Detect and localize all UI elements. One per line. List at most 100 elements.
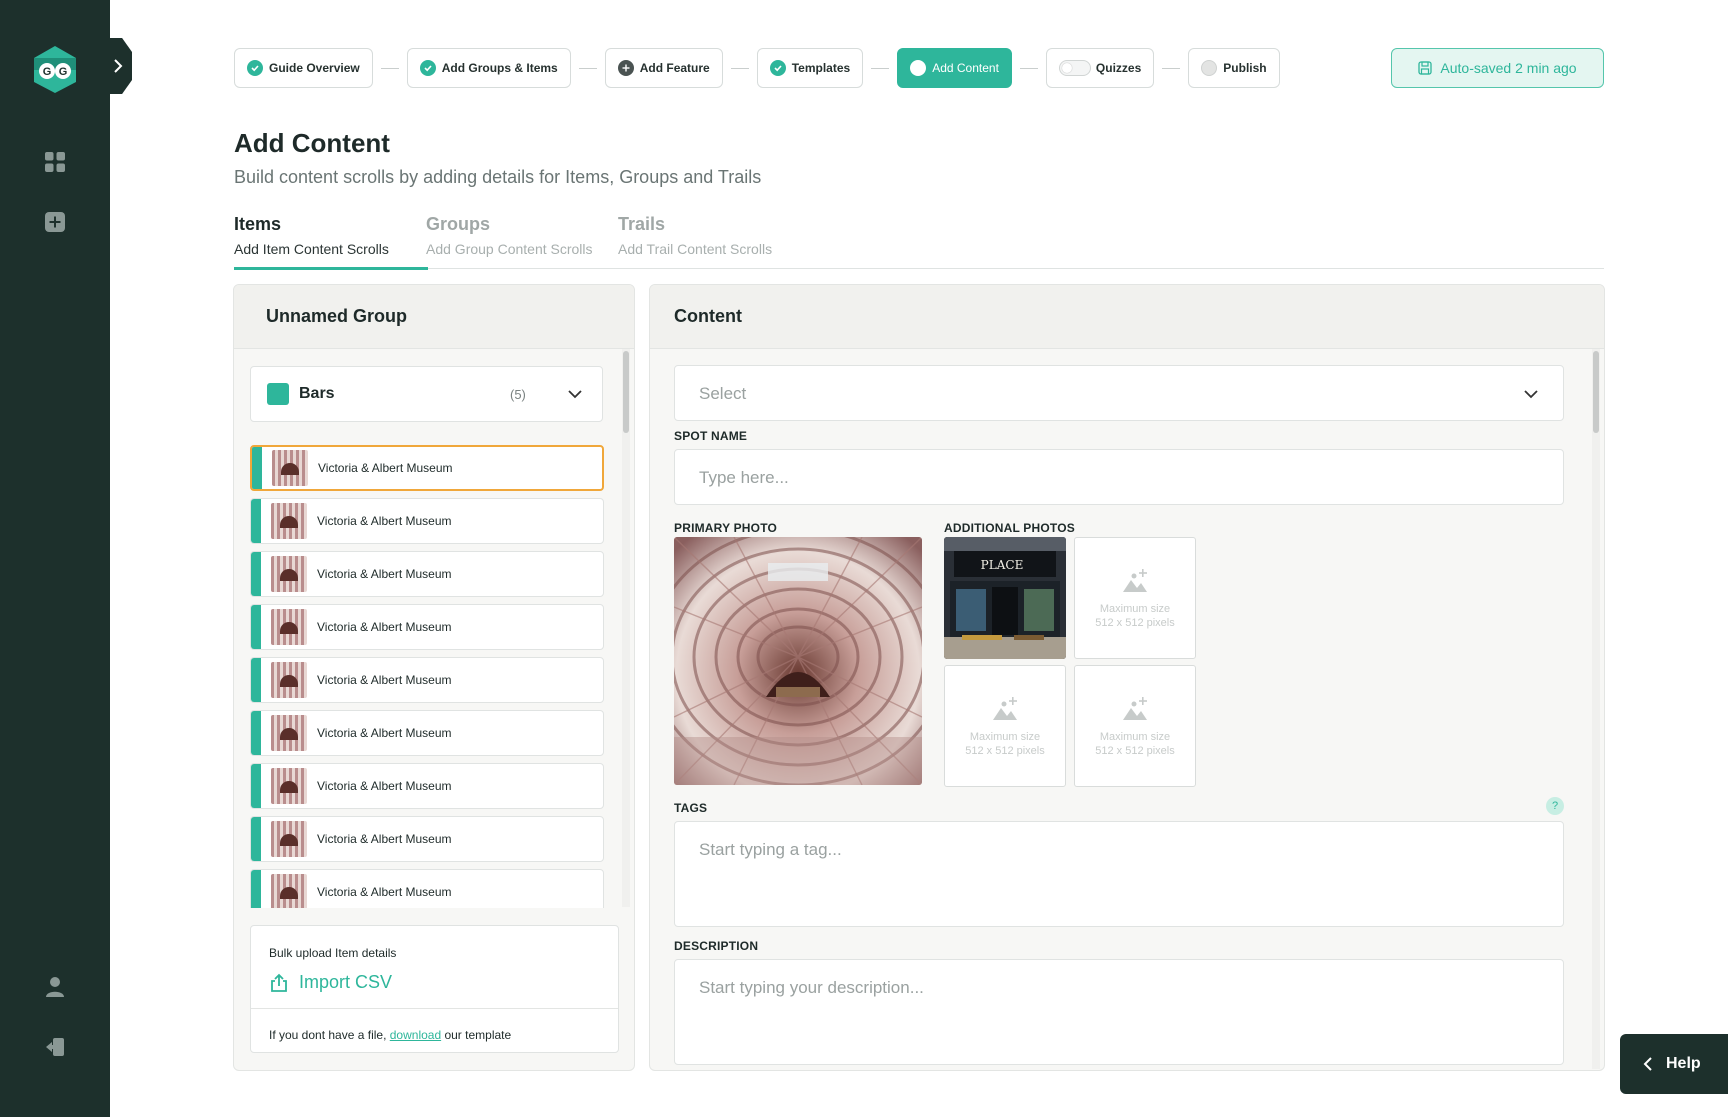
step-templates[interactable]: Templates [756,48,864,88]
group-color-swatch [267,383,289,405]
svg-text:G: G [59,66,68,78]
check-circle-icon [419,60,436,76]
item-list-scrollbar[interactable] [622,349,630,907]
help-label: Help [1666,1055,1701,1072]
autosave-label: Auto-saved 2 min ago [1440,60,1577,76]
current-step-dot-icon [910,60,927,76]
sidebar: G G [0,0,110,1117]
list-item[interactable]: Victoria & Albert Museum [250,710,604,756]
tab-subtitle: Add Group Content Scrolls [426,241,593,257]
template-download-note: If you dont have a file, download our te… [269,1028,511,1042]
item-color-bar [251,764,261,808]
save-disk-icon [1418,61,1433,75]
item-thumbnail [271,662,307,698]
item-select-dropdown[interactable]: Select [674,365,1564,421]
photo-slot-caption: Maximum size 512 x 512 pixels [1075,602,1195,630]
step-label: Guide Overview [269,61,360,75]
step-guide-overview[interactable]: Guide Overview [234,48,373,88]
app-logo[interactable]: G G [32,44,78,94]
progress-stepper: Guide Overview Add Groups & Items Add Fe… [234,48,1280,88]
item-color-bar [251,658,261,702]
item-label: Victoria & Albert Museum [317,779,452,793]
autosave-status: Auto-saved 2 min ago [1391,48,1604,88]
step-label: Add Feature [639,61,710,75]
list-item[interactable]: Victoria & Albert Museum [250,657,604,703]
tab-trails[interactable]: Trails Add Trail Content Scrolls [618,214,772,269]
tags-input[interactable]: Start typing a tag... [674,821,1564,927]
step-quizzes[interactable]: Quizzes [1045,48,1155,88]
place-sign-text: PLACE [981,558,1024,572]
tags-label: TAGS [674,801,708,815]
tab-title: Trails [618,214,666,234]
tab-items[interactable]: Items Add Item Content Scrolls [234,214,428,270]
user-profile-icon[interactable] [43,975,67,999]
chevron-left-icon [1643,1057,1652,1071]
tab-groups[interactable]: Groups Add Group Content Scrolls [426,214,593,269]
download-template-link[interactable]: download [390,1028,441,1042]
item-label: Victoria & Albert Museum [317,832,452,846]
step-add-feature[interactable]: Add Feature [604,48,723,88]
list-item[interactable]: Victoria & Albert Museum [250,498,604,544]
additional-photo-3[interactable]: Maximum size 512 x 512 pixels [944,665,1066,787]
tab-subtitle: Add Trail Content Scrolls [618,241,773,257]
item-label: Victoria & Albert Museum [317,514,452,528]
note-prefix: If you dont have a file, [269,1028,390,1042]
step-label: Templates [791,61,851,75]
item-thumbnail [271,503,307,539]
bulk-upload-title: Bulk upload Item details [269,946,397,960]
step-add-groups-items[interactable]: Add Groups & Items [406,48,571,88]
additional-photos-label: ADDITIONAL PHOTOS [944,521,1075,535]
list-item[interactable]: Victoria & Albert Museum [250,445,604,491]
description-placeholder: Start typing your description... [699,978,924,997]
upload-icon [271,973,287,992]
additional-photo-1[interactable]: PLACE [944,537,1066,659]
import-csv-button[interactable]: Import CSV [269,972,392,993]
scrollbar-thumb[interactable] [1593,351,1599,433]
tags-placeholder: Start typing a tag... [699,840,842,859]
dashboard-grid-icon[interactable] [43,150,67,174]
page-title: Add Content [234,128,390,158]
spot-name-input[interactable]: Type here... [674,449,1564,505]
photo-slot-caption: Maximum size 512 x 512 pixels [1075,730,1195,758]
group-item-count: (5) [510,386,526,402]
item-color-bar [251,817,261,861]
primary-photo[interactable] [674,537,922,785]
step-connector [730,67,749,69]
scrollbar-thumb[interactable] [623,351,629,433]
additional-photo-2[interactable]: Maximum size 512 x 512 pixels [1074,537,1196,659]
item-thumbnail [271,768,307,804]
pending-circle-icon [1201,60,1218,76]
item-label: Victoria & Albert Museum [317,726,452,740]
content-scrollbar[interactable] [1592,349,1600,1069]
step-connector [871,67,890,69]
sidebar-expand-button[interactable] [110,38,132,94]
add-image-icon [993,697,1017,720]
logout-icon[interactable] [43,1035,67,1059]
add-square-icon[interactable] [43,210,67,234]
chevron-right-icon [114,59,123,73]
list-item[interactable]: Victoria & Albert Museum [250,604,604,650]
list-item[interactable]: Victoria & Albert Museum [250,869,604,908]
step-publish[interactable]: Publish [1188,48,1280,88]
item-color-bar [251,552,261,596]
quizzes-toggle[interactable] [1058,60,1091,76]
chevron-down-icon [1524,390,1538,399]
item-color-bar [251,605,261,649]
step-add-content[interactable]: Add Content [897,48,1012,88]
description-input[interactable]: Start typing your description... [674,959,1564,1065]
item-thumbnail [271,715,307,751]
list-item[interactable]: Victoria & Albert Museum [250,551,604,597]
help-button[interactable]: Help [1620,1034,1728,1094]
bulk-upload-card: Bulk upload Item details Import CSV If y… [250,925,619,1053]
tab-title: Groups [426,214,491,234]
list-item[interactable]: Victoria & Albert Museum [250,763,604,809]
list-item[interactable]: Victoria & Albert Museum [250,816,604,862]
spot-name-placeholder: Type here... [699,468,789,487]
caption-line: 512 x 512 pixels [1095,745,1175,757]
caption-line: 512 x 512 pixels [1095,617,1175,629]
divider [251,1008,618,1009]
group-dropdown[interactable]: Bars (5) [250,366,603,422]
group-panel-title: Unnamed Group [234,285,634,349]
additional-photo-4[interactable]: Maximum size 512 x 512 pixels [1074,665,1196,787]
tags-help-icon[interactable]: ? [1546,797,1564,815]
